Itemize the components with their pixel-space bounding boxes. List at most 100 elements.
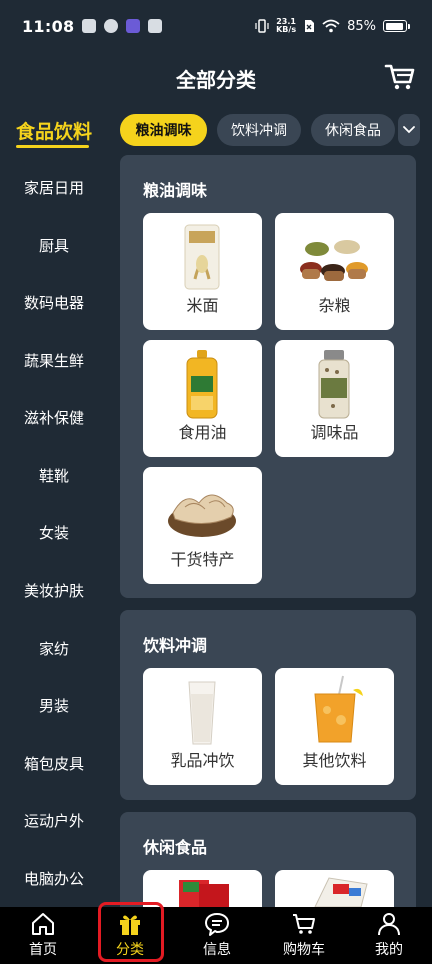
sidebar-item-luggage[interactable]: 箱包皮具 <box>0 735 108 793</box>
sidebar-item-food-drinks[interactable]: 食品饮料 <box>0 102 108 160</box>
status-left: 11:08 <box>22 17 163 36</box>
sidebar-item-label: 家居日用 <box>23 179 84 198</box>
section-title: 粮油调味 <box>143 181 208 200</box>
nav-cart[interactable]: 购物车 <box>261 907 347 964</box>
tile-label: 米面 <box>186 296 219 315</box>
sidebar-item-sports[interactable]: 运动户外 <box>0 792 108 850</box>
section-grain-oil: 粮油调味 米面 杂粮 食用油 调味品 干货特产 <box>120 155 416 598</box>
dried-mushroom-image <box>168 494 236 537</box>
sidebar-item-shoes[interactable]: 鞋靴 <box>0 447 108 505</box>
milk-glass-image <box>188 681 216 745</box>
nav-label: 信息 <box>203 942 231 958</box>
sidebar-item-label: 厨具 <box>38 237 69 256</box>
tile-label: 杂粮 <box>318 296 351 315</box>
sidebar-item-label: 蔬果生鲜 <box>23 352 84 371</box>
notification-icon <box>82 19 97 33</box>
sidebar-item-label: 食品饮料 <box>15 121 92 144</box>
network-speed: 23.1 KB/s <box>276 18 296 34</box>
chip-label: 休闲食品 <box>325 123 381 139</box>
sidebar-item-label: 男装 <box>38 697 69 716</box>
snack-pack-image <box>179 880 229 907</box>
mail-notification-icon <box>148 19 163 33</box>
tile-label: 干货特产 <box>170 550 235 569</box>
battery-percent: 85% <box>347 18 376 34</box>
cart-icon <box>384 64 415 90</box>
app-notification-icon <box>104 19 119 33</box>
bottom-nav: 首页 分类 信息 购物车 我的 <box>0 907 432 964</box>
tile-seasoning[interactable]: 调味品 <box>275 340 394 457</box>
nav-profile[interactable]: 我的 <box>346 907 432 964</box>
chips-expand-button[interactable] <box>398 114 420 146</box>
home-icon <box>32 913 54 935</box>
sidebar-item-digital[interactable]: 数码电器 <box>0 274 108 332</box>
sidebar-item-label: 滋补保健 <box>23 409 84 428</box>
oil-bottle-image <box>186 350 218 419</box>
tile-grains[interactable]: 杂粮 <box>275 213 394 330</box>
chip-grain-oil[interactable]: 粮油调味 <box>120 114 207 146</box>
status-bar: 11:08 23.1 KB/s 85% <box>0 0 432 52</box>
category-sidebar: 食品饮料 家居日用 厨具 数码电器 蔬果生鲜 滋补保健 鞋靴 女装 美妆护肤 家… <box>0 102 108 907</box>
message-icon <box>205 913 229 936</box>
sidebar-item-fresh[interactable]: 蔬果生鲜 <box>0 332 108 390</box>
tile-label: 调味品 <box>310 423 359 442</box>
grains-bowls-image <box>300 240 368 281</box>
section-drinks: 饮料冲调 乳品冲饮 其他饮料 <box>120 610 416 800</box>
battery-icon <box>383 20 407 32</box>
sidebar-item-home-daily[interactable]: 家居日用 <box>0 159 108 217</box>
play-notification-icon <box>126 19 141 33</box>
tile-label: 其他饮料 <box>302 751 367 770</box>
tile-dairy-drinks[interactable]: 乳品冲饮 <box>143 668 262 785</box>
tile-snack-2[interactable] <box>275 870 394 907</box>
sidebar-item-textiles[interactable]: 家纺 <box>0 620 108 678</box>
sidebar-item-womens[interactable]: 女装 <box>0 504 108 562</box>
nav-label: 首页 <box>29 942 57 958</box>
page-title: 全部分类 <box>176 68 256 92</box>
battery-cap <box>408 23 410 29</box>
tile-rice-flour[interactable]: 米面 <box>143 213 262 330</box>
tile-snack-1[interactable] <box>143 870 262 907</box>
sidebar-item-label: 电脑办公 <box>23 870 84 889</box>
sidebar-item-health[interactable]: 滋补保健 <box>0 389 108 447</box>
sidebar-item-label: 家纺 <box>38 640 69 659</box>
sidebar-item-label: 美妆护肤 <box>23 582 84 601</box>
section-title: 休闲食品 <box>143 838 208 857</box>
wifi-icon <box>322 19 340 33</box>
section-title: 饮料冲调 <box>143 636 208 655</box>
snack-box-image <box>314 877 368 907</box>
sidebar-item-label: 女装 <box>38 524 69 543</box>
user-icon <box>378 913 400 936</box>
tile-dried-goods[interactable]: 干货特产 <box>143 467 262 584</box>
tile-other-drinks[interactable]: 其他饮料 <box>275 668 394 785</box>
nav-home[interactable]: 首页 <box>0 907 86 964</box>
sim-icon <box>305 20 315 32</box>
chevron-down-icon <box>403 126 415 134</box>
vibrate-icon <box>255 19 269 33</box>
status-right: 23.1 KB/s 85% <box>255 18 410 34</box>
nav-label: 购物车 <box>283 942 325 958</box>
chip-snacks[interactable]: 休闲食品 <box>311 114 395 146</box>
sidebar-item-label: 鞋靴 <box>38 467 69 486</box>
tile-cooking-oil[interactable]: 食用油 <box>143 340 262 457</box>
cart-icon <box>293 914 315 934</box>
nav-active-highlight <box>98 902 164 962</box>
sidebar-item-kitchenware[interactable]: 厨具 <box>0 217 108 275</box>
sidebar-item-label: 数码电器 <box>23 294 84 313</box>
nav-label: 我的 <box>375 942 403 958</box>
tile-label: 食用油 <box>178 423 227 442</box>
juice-glass-image <box>314 675 363 743</box>
section-snacks: 休闲食品 <box>120 812 416 907</box>
chip-drinks[interactable]: 饮料冲调 <box>217 114 301 146</box>
sidebar-item-mens[interactable]: 男装 <box>0 677 108 735</box>
nav-messages[interactable]: 信息 <box>174 907 260 964</box>
cart-button[interactable] <box>384 62 416 92</box>
sidebar-item-computers[interactable]: 电脑办公 <box>0 850 108 908</box>
rice-bag-image <box>184 224 220 290</box>
sidebar-active-underline <box>16 145 89 148</box>
tile-label: 乳品冲饮 <box>170 751 235 770</box>
chip-label: 粮油调味 <box>135 123 192 139</box>
sidebar-item-label: 运动户外 <box>23 812 84 831</box>
subcategory-chips: 粮油调味 饮料冲调 休闲食品 <box>120 114 432 148</box>
sidebar-item-beauty[interactable]: 美妆护肤 <box>0 562 108 620</box>
header: 全部分类 <box>0 52 432 102</box>
network-speed-unit: KB/s <box>276 25 297 34</box>
